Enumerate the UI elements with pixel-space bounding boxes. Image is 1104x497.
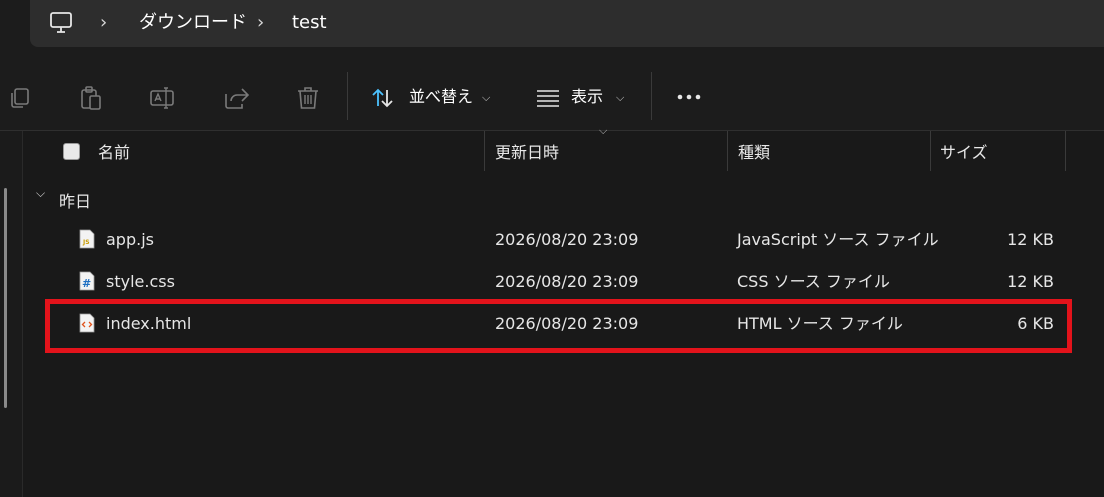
more-options-icon[interactable] [676,90,704,104]
file-name[interactable]: style.css [106,272,175,292]
column-header-size[interactable]: サイズ [940,143,988,163]
column-divider[interactable] [1065,131,1066,171]
group-label-yesterday[interactable]: 昨日 [59,188,91,212]
column-divider[interactable] [484,131,485,171]
rename-icon[interactable] [148,84,176,112]
column-divider[interactable] [727,131,728,171]
select-all-checkbox[interactable] [63,143,80,160]
group-collapse-chevron-icon[interactable]: ⌵ [36,186,45,201]
column-header-type[interactable]: 種類 [738,143,770,163]
chevron-down-icon: ⌵ [482,91,491,104]
chevron-right-icon[interactable]: › [257,12,264,34]
sort-icon [372,88,393,108]
file-type: CSS ソース ファイル [737,272,890,291]
view-button[interactable]: 表示 ⌵ [533,84,633,112]
paste-icon[interactable] [77,84,105,112]
chevron-down-icon: ⌵ [616,91,625,104]
view-label: 表示 [571,87,604,106]
file-size: 12 KB [1007,230,1054,249]
file-name[interactable]: app.js [106,230,154,250]
view-list-icon [537,90,559,107]
highlight-box [45,299,1072,353]
file-size: 12 KB [1007,272,1054,291]
sort-button[interactable]: 並べ替え ⌵ [368,84,498,112]
scrollbar-thumb[interactable] [4,188,7,408]
share-icon[interactable] [222,84,250,112]
column-header-name[interactable]: 名前 [98,143,130,163]
copy-icon[interactable] [6,84,34,112]
file-date: 2026/08/20 23:09 [495,272,639,291]
breadcrumb-item-test[interactable]: test [292,12,327,34]
sort-label: 並べ替え [409,87,474,106]
column-header-date[interactable]: 更新日時 [495,143,559,163]
toolbar-separator [347,72,348,120]
css-file-icon: # [79,271,95,291]
file-date: 2026/08/20 23:09 [495,230,639,249]
this-pc-icon[interactable] [49,11,75,35]
svg-text:JS: JS [82,239,90,246]
breadcrumb-item-downloads[interactable]: ダウンロード [139,12,247,34]
file-type: JavaScript ソース ファイル [737,230,939,249]
toolbar-separator [651,72,652,120]
column-divider[interactable] [930,131,931,171]
svg-text:#: # [82,277,91,290]
js-file-icon: JS [79,229,95,249]
chevron-right-icon[interactable]: › [100,12,107,34]
sort-indicator-icon: ⌵ [599,124,608,137]
delete-icon[interactable] [294,84,322,112]
